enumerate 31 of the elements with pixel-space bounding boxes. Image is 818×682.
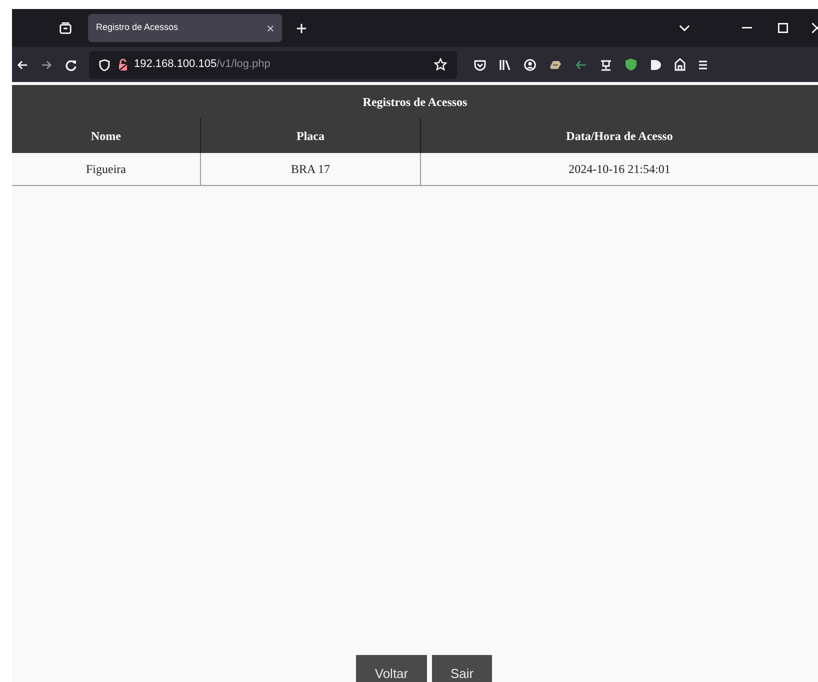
bookmark-star-icon[interactable] (434, 58, 447, 71)
url-text: 192.168.100.105/v1/log.php (134, 57, 270, 72)
nav-button[interactable]: Sair (432, 655, 492, 682)
minimize-icon[interactable] (742, 27, 752, 29)
extension-icon[interactable] (549, 59, 562, 70)
shield-icon (99, 58, 110, 70)
table-cell: 2024-10-16 21:54:01 (420, 153, 818, 185)
table-title: Registros de Acessos (12, 85, 818, 118)
close-icon[interactable] (812, 23, 818, 33)
maximize-icon[interactable] (778, 23, 788, 33)
table-cell-text: Figueira (85, 161, 127, 178)
close-tab-icon[interactable] (267, 24, 274, 32)
account-icon[interactable] (524, 58, 536, 70)
shield-extension-icon[interactable] (625, 58, 637, 71)
new-tab-icon[interactable] (296, 22, 307, 34)
table-cell: BRA 17 (200, 153, 420, 185)
chevron-down-icon[interactable] (679, 24, 690, 32)
forward-arrow-icon[interactable] (41, 60, 52, 70)
browser-tab[interactable]: Registro de Acessos (88, 14, 282, 42)
reload-icon[interactable] (65, 58, 77, 70)
pocket-icon[interactable] (474, 58, 486, 70)
column-header: Nome (90, 128, 122, 144)
menu-icon[interactable] (699, 60, 707, 70)
nav-button[interactable]: Voltar (356, 655, 427, 682)
extension-icon[interactable] (650, 58, 661, 70)
tab-title: Registro de Acessos (96, 21, 180, 34)
insecure-lock-icon[interactable] (118, 58, 128, 71)
address-bar[interactable]: 192.168.100.105/v1/log.php (89, 50, 457, 78)
tab-list-icon[interactable] (59, 22, 72, 34)
back-arrow-icon[interactable] (17, 60, 28, 70)
library-icon[interactable] (499, 58, 511, 70)
